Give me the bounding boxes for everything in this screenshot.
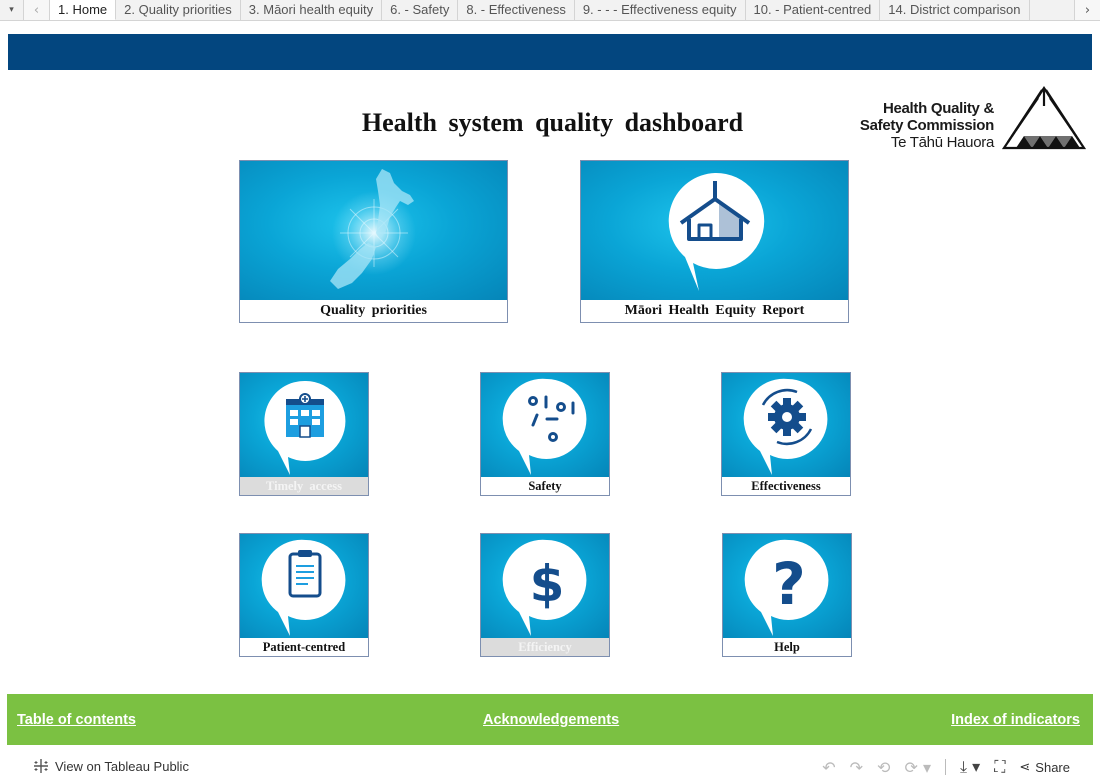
patient-centred-tile[interactable]: Patient-centred: [239, 533, 369, 657]
svg-text:$: $: [530, 555, 565, 613]
tab-prev-button[interactable]: ‹: [24, 0, 50, 20]
tile-image: [722, 373, 850, 477]
effectiveness-tile[interactable]: Effectiveness: [721, 372, 851, 496]
tab-safety[interactable]: 6. - Safety: [382, 0, 459, 20]
scatter-icon: [502, 378, 587, 475]
logo-line-2: Safety Commission: [859, 117, 994, 134]
tile-image: [581, 161, 848, 300]
tab-district-comparison[interactable]: 14. District comparison: [880, 0, 1030, 20]
tile-label: Patient-centred: [240, 638, 368, 656]
timely-access-tile[interactable]: Timely access: [239, 372, 369, 496]
download-icon[interactable]: ⤓ ▾: [960, 757, 980, 777]
clipboard-icon: [261, 539, 346, 636]
tile-image: $: [481, 534, 609, 638]
tile-image: ?: [723, 534, 851, 638]
logo-line-3: Te Tāhū Hauora: [890, 134, 994, 151]
tab-quality-priorities[interactable]: 2. Quality priorities: [116, 0, 241, 20]
tableau-toolbar: View on Tableau Public ↶ ↷ ⟲ ⟳ ▾ ⤓ ▾ ⛶ ⋖…: [0, 752, 1100, 780]
tab-effectiveness[interactable]: 8. - Effectiveness: [458, 0, 575, 20]
undo-icon[interactable]: ↶: [822, 758, 835, 777]
logo-text: Health Quality & Safety Commission Te Tā…: [860, 100, 994, 151]
sheet-tab-strip: ▾ ‹ 1. Home 2. Quality priorities 3. Māo…: [0, 0, 1100, 21]
gear-cycle-icon: [743, 378, 828, 475]
tab-patient-centred[interactable]: 10. - Patient-centred: [745, 0, 881, 20]
safety-tile[interactable]: Safety: [480, 372, 610, 496]
chevron-right-icon: ›: [1084, 2, 1091, 18]
page-title: Health system quality dashboard: [361, 108, 744, 137]
redo-icon[interactable]: ↷: [850, 758, 863, 777]
share-button[interactable]: ⋖ Share: [1019, 759, 1070, 775]
view-on-tableau-label: View on Tableau Public: [55, 758, 189, 774]
maori-equity-tile[interactable]: Māori Health Equity Report: [580, 160, 849, 323]
fullscreen-icon[interactable]: ⛶: [994, 757, 1005, 777]
tile-image: [240, 373, 368, 477]
tile-label: Safety: [481, 477, 609, 495]
chevron-left-icon: ‹: [33, 2, 40, 18]
tab-effectiveness-equity[interactable]: 9. - - - Effectiveness equity: [574, 0, 746, 20]
quality-priorities-tile[interactable]: Quality priorities: [239, 160, 508, 323]
tableau-logo-icon: [34, 759, 48, 773]
tile-label: Māori Health Equity Report: [581, 300, 848, 322]
chevron-down-icon: ▾: [9, 5, 14, 15]
tile-label: Quality priorities: [240, 300, 507, 322]
hospital-icon: [264, 380, 346, 475]
view-on-tableau-button[interactable]: View on Tableau Public: [33, 758, 189, 774]
wharenui-icon: [668, 172, 765, 291]
toolbar-actions: ↶ ↷ ⟲ ⟳ ▾ ⤓ ▾ ⛶ ⋖ Share: [822, 757, 1070, 777]
tile-image: [240, 161, 507, 300]
footer-nav-bar: Table of contents Acknowledgements Index…: [7, 694, 1093, 745]
share-icon: ⋖: [1019, 759, 1031, 774]
toolbar-separator: [944, 759, 946, 775]
tile-image: [240, 534, 368, 638]
tab-next-button[interactable]: ›: [1074, 0, 1100, 20]
nz-map-icon: [330, 169, 416, 289]
question-icon: ?: [744, 539, 829, 636]
table-of-contents-link[interactable]: Table of contents: [17, 712, 136, 728]
help-tile[interactable]: ? Help: [722, 533, 852, 657]
revert-icon[interactable]: ⟲: [877, 758, 890, 777]
tab-menu-dropdown[interactable]: ▾: [0, 0, 24, 20]
tab-list: 1. Home 2. Quality priorities 3. Māori h…: [50, 0, 1074, 20]
acknowledgements-link[interactable]: Acknowledgements: [483, 712, 619, 728]
efficiency-tile[interactable]: $ Efficiency: [480, 533, 610, 657]
refresh-icon[interactable]: ⟳ ▾: [904, 758, 931, 777]
index-of-indicators-link[interactable]: Index of indicators: [951, 712, 1080, 728]
tile-image: [481, 373, 609, 477]
logo-line-1: Health Quality &: [882, 100, 994, 117]
tile-label: Efficiency: [481, 638, 609, 656]
tile-label: Timely access: [240, 477, 368, 495]
share-label: Share: [1035, 759, 1070, 775]
tab-maori-health-equity[interactable]: 3. Māori health equity: [240, 0, 383, 20]
header-banner: [8, 34, 1092, 70]
hqsc-logo: Health Quality & Safety Commission Te Tā…: [850, 86, 1086, 152]
tab-home[interactable]: 1. Home: [50, 0, 117, 20]
dollar-icon: $: [502, 539, 587, 636]
tile-label: Effectiveness: [722, 477, 850, 495]
wharenui-logo-icon: [1002, 86, 1086, 150]
svg-text:?: ?: [772, 550, 806, 618]
tile-label: Help: [723, 638, 851, 656]
